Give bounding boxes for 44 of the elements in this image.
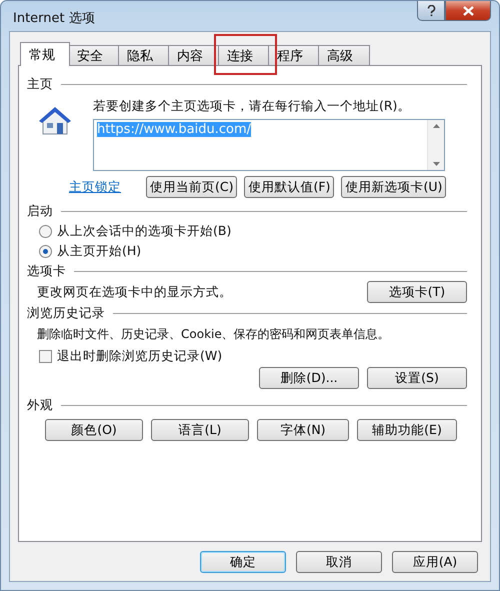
dialog-button[interactable]: 取消 xyxy=(296,551,382,573)
checkbox-label: 退出时删除浏览历史记录(W) xyxy=(57,348,222,364)
help-icon xyxy=(426,4,436,16)
section-heading: 外观 xyxy=(27,396,53,414)
radio-button[interactable] xyxy=(39,244,52,258)
history-button[interactable]: 删除(D)... xyxy=(259,367,359,389)
tab[interactable]: 高级 xyxy=(318,45,370,66)
scrollbar[interactable] xyxy=(427,120,444,170)
window-title: Internet 选项 xyxy=(13,10,95,27)
radio-label: 从主页开始(H) xyxy=(57,242,142,260)
homepage-button[interactable]: 使用默认值(F) xyxy=(244,176,334,198)
checkbox[interactable] xyxy=(39,350,52,362)
section-heading: 浏览历史记录 xyxy=(27,304,105,322)
radio-button[interactable] xyxy=(39,224,52,238)
close-icon xyxy=(462,6,474,16)
tab[interactable]: 隐私 xyxy=(118,45,170,66)
radio-label: 从上次会话中的选项卡开始(B) xyxy=(57,222,232,240)
section-heading: 主页 xyxy=(27,76,53,92)
appearance-button[interactable]: 语言(L) xyxy=(151,419,249,441)
appearance-button[interactable]: 颜色(O) xyxy=(45,419,143,441)
tab[interactable]: 程序 xyxy=(268,45,320,66)
scroll-up-icon xyxy=(432,124,440,128)
house-icon xyxy=(37,104,73,136)
homepage-lock-link[interactable]: 主页锁定 xyxy=(69,178,121,196)
homepage-button[interactable]: 使用当前页(C) xyxy=(146,176,238,198)
tab[interactable]: 连接 xyxy=(218,45,270,66)
dialog-button[interactable]: 应用(A) xyxy=(392,551,478,573)
scroll-down-icon xyxy=(432,162,440,166)
appearance-button[interactable]: 辅助功能(E) xyxy=(357,419,457,441)
history-description: 删除临时文件、历史记录、Cookie、保存的密码和网页表单信息。 xyxy=(37,326,391,343)
close-button[interactable] xyxy=(445,1,491,21)
homepage-hint: 若要创建多个主页选项卡，请在每行输入一个地址(R)。 xyxy=(93,98,412,115)
tabs-settings-button[interactable]: 选项卡(T) xyxy=(367,281,467,303)
tabs-description: 更改网页在选项卡中的显示方式。 xyxy=(37,284,232,300)
homepage-button[interactable]: 使用新选项卡(U) xyxy=(341,176,446,198)
section-heading: 选项卡 xyxy=(27,262,66,280)
appearance-button[interactable]: 字体(N) xyxy=(257,419,349,441)
history-button[interactable]: 设置(S) xyxy=(367,367,467,389)
section-heading: 启动 xyxy=(27,202,53,220)
tab[interactable]: 安全 xyxy=(68,45,120,66)
dialog-button[interactable]: 确定 xyxy=(200,551,286,573)
tab[interactable]: 常规 xyxy=(20,42,70,66)
help-button[interactable] xyxy=(417,1,445,21)
tab[interactable]: 内容 xyxy=(168,45,220,66)
